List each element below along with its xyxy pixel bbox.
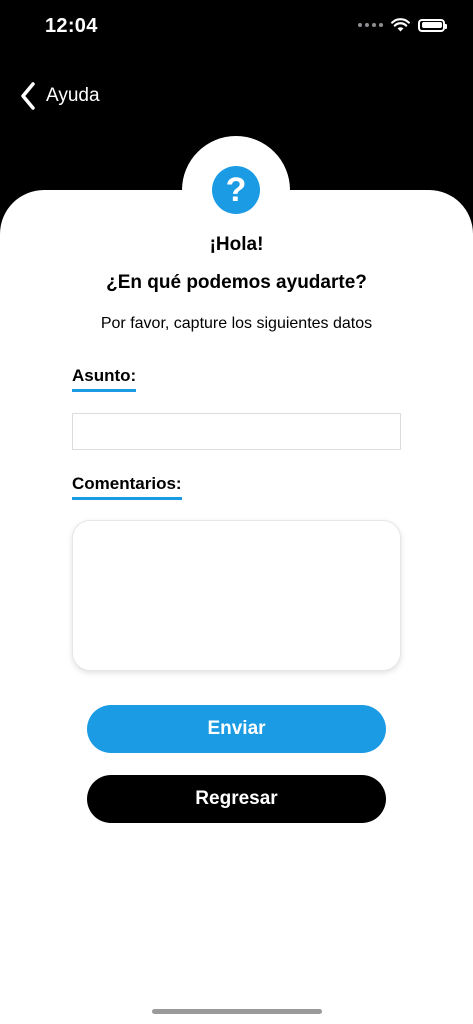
send-button[interactable]: Enviar — [87, 705, 386, 753]
back-nav-button[interactable]: Ayuda — [20, 82, 100, 110]
status-bar: 12:04 — [0, 0, 473, 54]
subject-label: Asunto: — [72, 366, 137, 392]
home-indicator[interactable] — [152, 1009, 322, 1014]
comments-label: Comentarios: — [72, 474, 182, 500]
status-icons — [358, 18, 447, 32]
question-mark-icon: ? — [212, 166, 260, 214]
comments-textarea[interactable] — [72, 520, 401, 671]
subject-input[interactable] — [72, 413, 401, 450]
return-button[interactable]: Regresar — [87, 775, 386, 823]
cellular-signal-icon — [358, 23, 383, 27]
greeting-title: ¡Hola! — [209, 234, 264, 255]
instruction-text: Por favor, capture los siguientes datos — [100, 315, 373, 332]
status-time: 12:04 — [45, 15, 98, 37]
battery-icon — [418, 18, 447, 32]
help-question: ¿En qué podemos ayudarte? — [106, 272, 367, 293]
back-nav-label: Ayuda — [46, 85, 100, 106]
chevron-left-icon — [21, 82, 35, 110]
wifi-icon — [391, 18, 410, 32]
